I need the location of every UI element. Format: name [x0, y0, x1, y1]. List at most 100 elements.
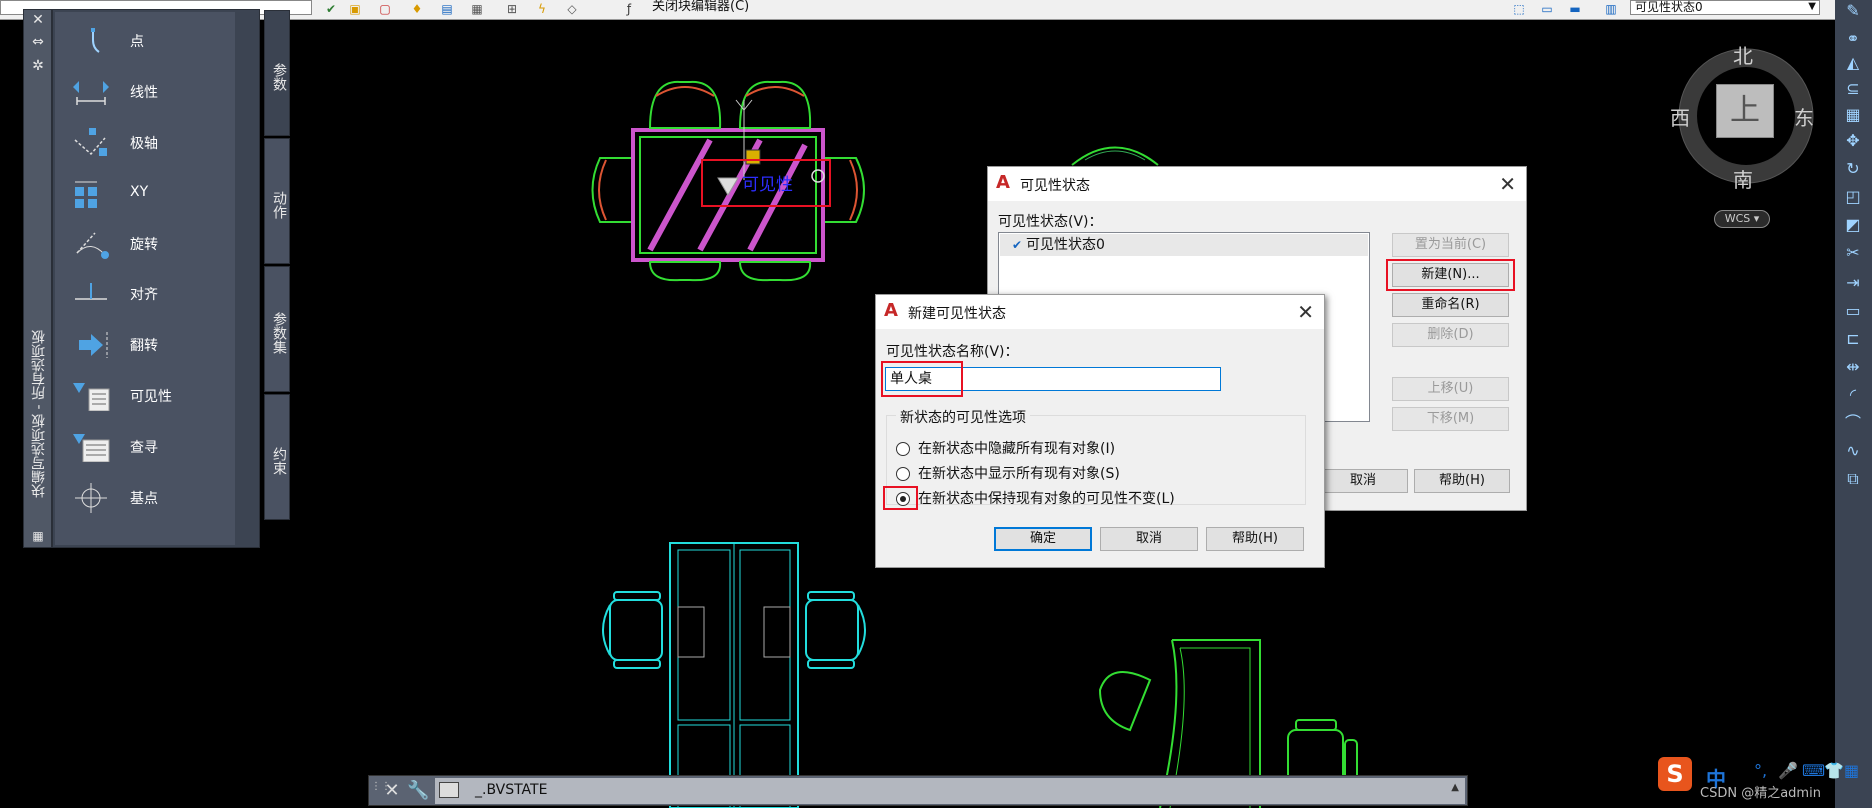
palette-item-alignment[interactable]: 对齐 — [55, 274, 235, 314]
palette-item-visibility[interactable]: 可见性 — [55, 376, 235, 416]
compass-south[interactable]: 南 — [1733, 164, 1753, 193]
close-icon[interactable]: ✕ — [29, 12, 47, 28]
join-icon[interactable]: ⊏ — [1842, 328, 1864, 350]
visibility-state-combo[interactable]: 可见性状态0 ▼ — [1630, 0, 1820, 15]
make-invisible-icon[interactable]: ▬ — [1568, 2, 1582, 16]
visibility-mode-icon[interactable]: ⬚ — [1512, 2, 1526, 16]
radio-label: 在新状态中隐藏所有现有对象(I) — [918, 441, 1116, 457]
cancel-button[interactable]: 取消 — [1100, 527, 1198, 551]
wrench-icon[interactable]: 🔧 — [407, 779, 429, 803]
autohide-icon[interactable]: ⇔ — [29, 34, 47, 50]
desk-set-block[interactable] — [602, 542, 866, 808]
scale-icon[interactable]: ◰ — [1842, 186, 1864, 208]
test-block-icon[interactable]: ▢ — [378, 2, 392, 16]
punctuation-icon[interactable]: °, — [1754, 761, 1767, 780]
palette-item-rotation[interactable]: 旋转 — [55, 224, 235, 264]
3d-icon[interactable]: ⧉ — [1842, 468, 1864, 490]
command-prompt-icon[interactable] — [439, 782, 459, 798]
parameter-icon[interactable]: ♦ — [410, 2, 424, 16]
keyboard-icon[interactable]: ⌨ — [1802, 761, 1825, 780]
palette-item-xy[interactable]: XY — [55, 174, 235, 214]
extend-icon[interactable]: ⇥ — [1842, 272, 1864, 294]
chevron-up-icon[interactable]: ▲ — [1451, 782, 1459, 793]
chevron-down-icon[interactable]: ▼ — [1808, 0, 1816, 13]
highlight-box — [883, 486, 918, 510]
command-input[interactable]: _.BVSTATE ▲ — [435, 778, 1465, 804]
wcs-menu[interactable]: WCS ▾ — [1714, 210, 1770, 228]
skin-icon[interactable]: 👕 — [1824, 761, 1844, 780]
make-visible-icon[interactable]: ▭ — [1540, 2, 1554, 16]
offset-icon[interactable]: ⊆ — [1842, 78, 1864, 100]
grip-handle[interactable] — [745, 149, 761, 165]
copy-icon[interactable]: ⚭ — [1842, 28, 1864, 50]
attribute-icon[interactable]: ◇ — [565, 2, 579, 16]
move-down-button[interactable]: 下移(M) — [1392, 407, 1509, 431]
toolbox-icon[interactable]: ▦ — [1844, 761, 1859, 780]
palette-item-polar[interactable]: 极轴 — [55, 123, 235, 163]
grip-icon[interactable]: ⋮⋮ — [371, 781, 391, 801]
sogou-logo-icon[interactable]: S — [1658, 757, 1692, 791]
close-icon[interactable]: ✕ — [1499, 172, 1516, 196]
spline-icon[interactable]: ∿ — [1842, 440, 1864, 462]
save-block-icon[interactable]: ▣ — [348, 2, 362, 16]
compass-east[interactable]: 东 — [1794, 102, 1814, 131]
palette-item-linear[interactable]: 线性 — [55, 72, 235, 112]
close-icon[interactable]: ✕ — [381, 779, 403, 803]
ok-button[interactable]: 确定 — [994, 527, 1092, 551]
lightning-icon[interactable]: ϟ — [535, 2, 549, 16]
visibility-param-text[interactable]: 可见性 — [742, 175, 793, 195]
tab-parameter-sets[interactable]: 参数集 — [264, 266, 290, 392]
delete-button[interactable]: 删除(D) — [1392, 323, 1509, 347]
properties-icon[interactable]: ✲ — [29, 58, 47, 74]
move-up-button[interactable]: 上移(U) — [1392, 377, 1509, 401]
constraint-icon[interactable]: ⊞ — [505, 2, 519, 16]
stretch-icon[interactable]: ◩ — [1842, 214, 1864, 236]
radio-button[interactable] — [896, 467, 910, 481]
tab-parameters[interactable]: 参数 — [264, 10, 290, 136]
pencil-icon[interactable]: ✎ — [1842, 0, 1864, 22]
chamfer-icon[interactable]: ⇹ — [1842, 356, 1864, 378]
help-button[interactable]: 帮助(H) — [1414, 469, 1510, 493]
set-current-button[interactable]: 置为当前(C) — [1392, 233, 1509, 257]
manage-states-icon[interactable]: ▥ — [1604, 2, 1618, 16]
rotate-icon[interactable]: ↻ — [1842, 158, 1864, 180]
compass-west[interactable]: 西 — [1670, 102, 1690, 131]
palette-item-point[interactable]: 点 — [55, 21, 235, 61]
check-icon[interactable]: ✔ — [324, 2, 338, 16]
viewcube-top-face[interactable]: 上 — [1716, 84, 1774, 138]
help-button[interactable]: 帮助(H) — [1206, 527, 1304, 551]
chair — [648, 261, 722, 282]
array-icon[interactable]: ▦ — [1842, 104, 1864, 126]
dining-table-block[interactable] — [591, 80, 865, 282]
table-icon[interactable]: ▦ — [470, 2, 484, 16]
list-item[interactable]: ✔ 可见性状态0 — [1000, 234, 1368, 256]
microphone-icon[interactable]: 🎤 — [1778, 761, 1798, 780]
break-icon[interactable]: ▭ — [1842, 300, 1864, 322]
palette-menu-icon[interactable]: ▦ — [29, 528, 47, 544]
dialog-title-bar[interactable]: A 新建可见性状态 ✕ — [876, 295, 1324, 329]
compass-north[interactable]: 北 — [1733, 40, 1753, 69]
palette-item-basepoint[interactable]: 基点 — [55, 478, 235, 518]
tab-constraints[interactable]: 约束 — [264, 394, 290, 520]
point-param-icon — [91, 28, 100, 53]
trim-icon[interactable]: ✂ — [1842, 242, 1864, 264]
palette-item-label: 基点 — [130, 491, 158, 507]
palette-item-lookup[interactable]: 查寻 — [55, 427, 235, 467]
palette-title-bar[interactable]: ✕ ⇔ ✲ 块编写选项板 - 所有选项板 ▦ — [23, 9, 52, 548]
chair-back — [598, 159, 607, 221]
lock-icon[interactable]: ▤ — [440, 2, 454, 16]
mirror-icon[interactable]: ◭ — [1842, 52, 1864, 74]
cancel-button[interactable]: 取消 — [1318, 469, 1408, 493]
radio-button[interactable] — [896, 442, 910, 456]
dialog-title-bar[interactable]: A 可见性状态 ✕ — [988, 167, 1526, 201]
move-icon[interactable]: ✥ — [1842, 130, 1864, 152]
close-icon[interactable]: ✕ — [1297, 300, 1314, 324]
fillet-icon[interactable]: ◜ — [1842, 384, 1864, 406]
viewcube[interactable]: 上 北 南 东 西 WCS ▾ — [1670, 40, 1820, 240]
palette-item-flip[interactable]: 翻转 — [55, 325, 235, 365]
tab-actions[interactable]: 动作 — [264, 138, 290, 264]
function-icon[interactable]: ƒ — [622, 2, 636, 16]
rename-button[interactable]: 重命名(R) — [1392, 293, 1509, 317]
blend-icon[interactable]: ⌒ — [1842, 412, 1864, 434]
close-block-editor-button[interactable]: 关闭块编辑器(C) — [652, 0, 749, 14]
